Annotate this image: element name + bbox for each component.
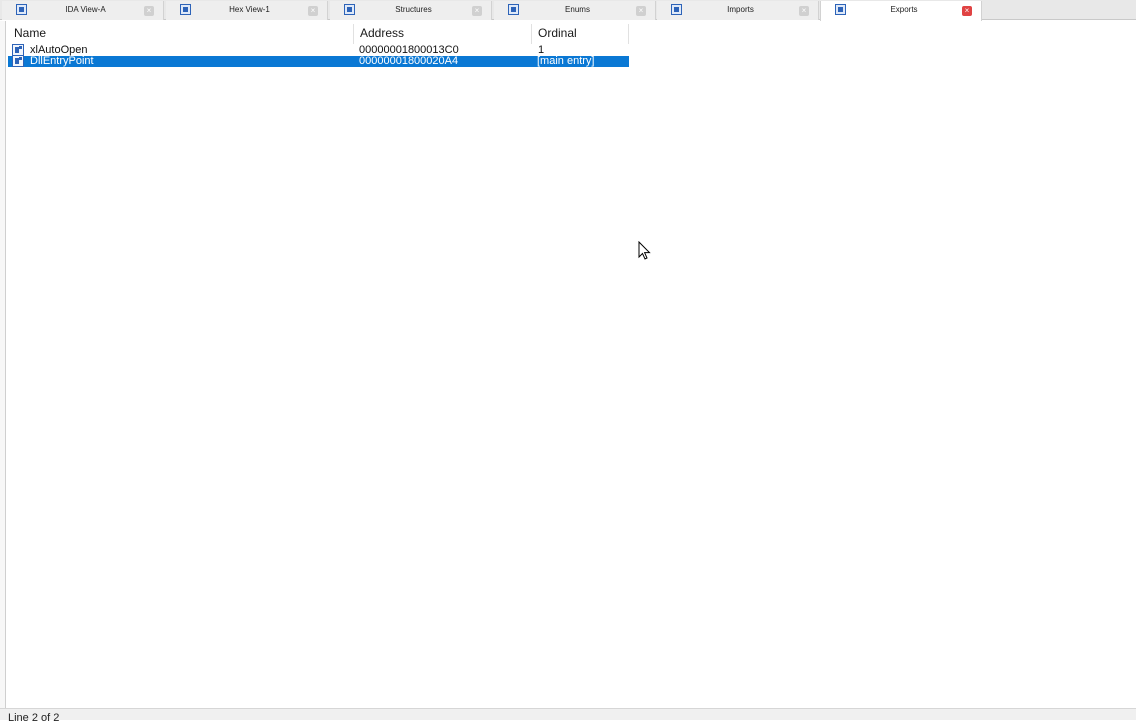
tab-enums[interactable]: Enums ×: [494, 1, 656, 20]
enums-icon: [508, 4, 519, 15]
row-name: DllEntryPoint: [30, 55, 94, 67]
structures-icon: [344, 4, 355, 15]
column-header-address[interactable]: Address: [354, 24, 532, 44]
tab-label: IDA View-A: [65, 5, 106, 14]
table-row-selected[interactable]: DllEntryPoint 00000001800020A4 [main ent…: [8, 55, 629, 67]
tab-label: Exports: [890, 5, 918, 14]
left-splitter[interactable]: [0, 21, 6, 711]
mouse-cursor-icon: [638, 241, 651, 260]
exports-table: Name Address Ordinal xlAutoOpen 00000001…: [8, 24, 629, 67]
close-icon[interactable]: ×: [799, 6, 809, 16]
table-row[interactable]: xlAutoOpen 00000001800013C0 1: [8, 44, 629, 56]
close-icon[interactable]: ×: [962, 6, 972, 16]
tab-hex-view-1[interactable]: Hex View-1 ×: [166, 1, 328, 20]
tab-ida-view-a[interactable]: IDA View-A ×: [2, 1, 164, 20]
imports-icon: [671, 4, 682, 15]
close-icon[interactable]: ×: [308, 6, 318, 16]
tab-bar: IDA View-A × Hex View-1 × Structures × E…: [0, 0, 1136, 21]
tab-exports[interactable]: Exports ×: [820, 1, 982, 21]
status-bar: Line 2 of 2: [0, 708, 1136, 724]
table-header: Name Address Ordinal: [8, 24, 629, 44]
row-address: 00000001800020A4: [359, 55, 459, 67]
status-line-count: Line 2 of 2: [8, 712, 60, 724]
export-function-icon: [12, 55, 24, 67]
tab-label: Imports: [727, 5, 754, 14]
close-icon[interactable]: ×: [636, 6, 646, 16]
column-header-name[interactable]: Name: [8, 24, 354, 44]
tab-structures[interactable]: Structures ×: [330, 1, 492, 20]
tab-label: Structures: [395, 5, 432, 14]
column-header-ordinal[interactable]: Ordinal: [532, 24, 629, 44]
close-icon[interactable]: ×: [472, 6, 482, 16]
ida-view-icon: [16, 4, 27, 15]
tab-label: Hex View-1: [229, 5, 270, 14]
tab-label: Enums: [565, 5, 590, 14]
hex-view-icon: [180, 4, 191, 15]
close-icon[interactable]: ×: [144, 6, 154, 16]
row-ordinal: [main entry]: [537, 55, 595, 67]
exports-icon: [835, 4, 846, 15]
tab-imports[interactable]: Imports ×: [657, 1, 819, 20]
